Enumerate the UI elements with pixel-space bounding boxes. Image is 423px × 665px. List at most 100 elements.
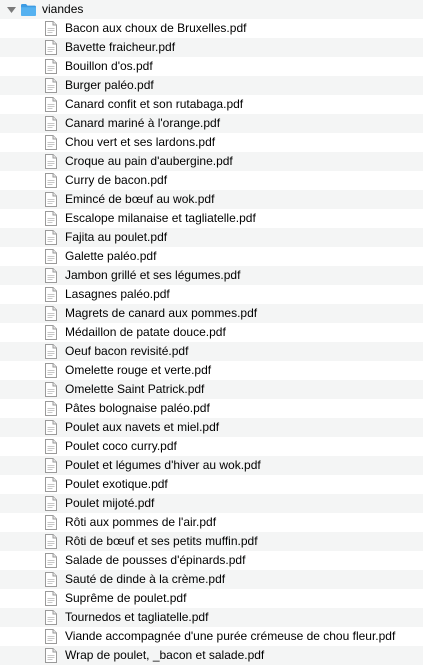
file-name: Viande accompagnée d'une purée crémeuse … [65,629,396,643]
file-row[interactable]: Galette paléo.pdf [0,247,423,266]
pdf-file-icon [45,154,57,169]
file-row[interactable]: Sauté de dinde à la crème.pdf [0,570,423,589]
file-name: Rôti aux pommes de l'air.pdf [65,515,217,529]
file-name: Croque au pain d'aubergine.pdf [65,154,233,168]
pdf-file-icon [45,249,57,264]
pdf-file-icon [45,515,57,530]
pdf-file-icon [45,629,57,644]
file-name: Poulet mijoté.pdf [65,496,155,510]
file-row[interactable]: Poulet aux navets et miel.pdf [0,418,423,437]
file-row[interactable]: Oeuf bacon revisité.pdf [0,342,423,361]
file-row[interactable]: Pâtes bolognaise paléo.pdf [0,399,423,418]
pdf-file-icon [45,572,57,587]
file-row[interactable]: Rôti aux pommes de l'air.pdf [0,513,423,532]
file-name: Poulet aux navets et miel.pdf [65,420,220,434]
pdf-file-icon [45,116,57,131]
file-row[interactable]: Poulet et légumes d'hiver au wok.pdf [0,456,423,475]
file-name: Wrap de poulet, _bacon et salade.pdf [65,648,265,662]
file-row[interactable]: Bacon aux choux de Bruxelles.pdf [0,19,423,38]
pdf-file-icon [45,458,57,473]
pdf-file-icon [45,21,57,36]
pdf-file-icon [45,420,57,435]
file-name: Tournedos et tagliatelle.pdf [65,610,209,624]
file-row[interactable]: Bouillon d'os.pdf [0,57,423,76]
file-name: Oeuf bacon revisité.pdf [65,344,189,358]
finder-list-view: viandes Bacon aux choux de Bruxelles.pdf… [0,0,423,665]
pdf-file-icon [45,230,57,245]
pdf-file-icon [45,135,57,150]
pdf-file-icon [45,287,57,302]
pdf-file-icon [45,591,57,606]
file-name: Fajita au poulet.pdf [65,230,168,244]
pdf-file-icon [45,268,57,283]
pdf-file-icon [45,306,57,321]
file-name: Omelette rouge et verte.pdf [65,363,212,377]
file-row[interactable]: Médaillon de patate douce.pdf [0,323,423,342]
file-row[interactable]: Jambon grillé et ses légumes.pdf [0,266,423,285]
file-row[interactable]: Tournedos et tagliatelle.pdf [0,608,423,627]
pdf-file-icon [45,325,57,340]
file-row[interactable]: Wrap de poulet, _bacon et salade.pdf [0,646,423,665]
file-name: Sauté de dinde à la crème.pdf [65,572,226,586]
file-row[interactable]: Emincé de bœuf au wok.pdf [0,190,423,209]
file-name: Bavette fraicheur.pdf [65,40,176,54]
file-name: Pâtes bolognaise paléo.pdf [65,401,210,415]
file-name: Poulet et légumes d'hiver au wok.pdf [65,458,261,472]
pdf-file-icon [45,648,57,663]
file-name: Canard confit et son rutabaga.pdf [65,97,244,111]
file-name: Bacon aux choux de Bruxelles.pdf [65,21,247,35]
file-row[interactable]: Canard mariné à l'orange.pdf [0,114,423,133]
folder-icon [20,3,37,17]
file-name: Burger paléo.pdf [65,78,154,92]
file-name: Emincé de bœuf au wok.pdf [65,192,215,206]
file-row[interactable]: Suprême de poulet.pdf [0,589,423,608]
pdf-file-icon [45,363,57,378]
file-name: Médaillon de patate douce.pdf [65,325,226,339]
pdf-file-icon [45,211,57,226]
pdf-file-icon [45,192,57,207]
file-row[interactable]: Lasagnes paléo.pdf [0,285,423,304]
file-row[interactable]: Salade de pousses d'épinards.pdf [0,551,423,570]
pdf-file-icon [45,78,57,93]
file-row[interactable]: Bavette fraicheur.pdf [0,38,423,57]
file-name: Poulet exotique.pdf [65,477,168,491]
file-row[interactable]: Poulet coco curry.pdf [0,437,423,456]
file-row[interactable]: Poulet exotique.pdf [0,475,423,494]
pdf-file-icon [45,382,57,397]
pdf-file-icon [45,344,57,359]
file-row[interactable]: Chou vert et ses lardons.pdf [0,133,423,152]
file-row[interactable]: Escalope milanaise et tagliatelle.pdf [0,209,423,228]
pdf-file-icon [45,401,57,416]
file-row[interactable]: Magrets de canard aux pommes.pdf [0,304,423,323]
pdf-file-icon [45,40,57,55]
file-name: Chou vert et ses lardons.pdf [65,135,216,149]
pdf-file-icon [45,477,57,492]
file-row[interactable]: Omelette Saint Patrick.pdf [0,380,423,399]
file-row[interactable]: Viande accompagnée d'une purée crémeuse … [0,627,423,646]
file-name: Escalope milanaise et tagliatelle.pdf [65,211,256,225]
file-row[interactable]: Rôti de bœuf et ses petits muffin.pdf [0,532,423,551]
folder-name: viandes [42,2,84,16]
file-name: Rôti de bœuf et ses petits muffin.pdf [65,534,258,548]
folder-row-viandes[interactable]: viandes [0,0,423,19]
pdf-file-icon [45,439,57,454]
file-name: Salade de pousses d'épinards.pdf [65,553,246,567]
file-name: Lasagnes paléo.pdf [65,287,170,301]
file-name: Omelette Saint Patrick.pdf [65,382,205,396]
file-row[interactable]: Canard confit et son rutabaga.pdf [0,95,423,114]
pdf-file-icon [45,534,57,549]
file-name: Bouillon d'os.pdf [65,59,153,73]
file-name: Poulet coco curry.pdf [65,439,177,453]
file-name: Jambon grillé et ses légumes.pdf [65,268,241,282]
file-name: Curry de bacon.pdf [65,173,168,187]
pdf-file-icon [45,97,57,112]
file-list: Bacon aux choux de Bruxelles.pdf Bavette… [0,19,423,665]
file-row[interactable]: Croque au pain d'aubergine.pdf [0,152,423,171]
file-row[interactable]: Poulet mijoté.pdf [0,494,423,513]
file-name: Magrets de canard aux pommes.pdf [65,306,258,320]
file-row[interactable]: Curry de bacon.pdf [0,171,423,190]
file-row[interactable]: Omelette rouge et verte.pdf [0,361,423,380]
disclosure-triangle-icon[interactable] [5,0,17,19]
file-row[interactable]: Burger paléo.pdf [0,76,423,95]
file-row[interactable]: Fajita au poulet.pdf [0,228,423,247]
